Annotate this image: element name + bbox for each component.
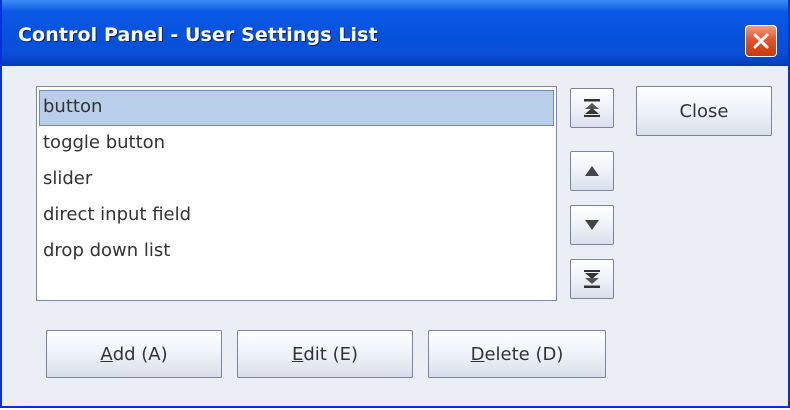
list-item-label: button <box>43 96 103 117</box>
list-item-label: slider <box>43 168 93 189</box>
close-button-label: Close <box>679 100 729 122</box>
close-icon <box>753 33 769 49</box>
title-bar[interactable]: Control Panel - User Settings List <box>2 0 788 66</box>
edit-button[interactable]: Edit (E) <box>237 330 413 378</box>
list-item[interactable]: toggle button <box>39 126 554 162</box>
move-up-button[interactable] <box>570 151 614 191</box>
move-to-bottom-button[interactable] <box>570 259 614 299</box>
settings-list[interactable]: button toggle button slider direct input… <box>36 86 557 301</box>
move-to-bottom-icon <box>584 270 600 288</box>
delete-button-mnemonic: D <box>470 343 485 365</box>
add-button[interactable]: Add (A) <box>46 330 222 378</box>
edit-button-label: dit (E) <box>303 343 358 365</box>
dialog-window: Control Panel - User Settings List butto… <box>0 0 790 408</box>
close-button[interactable]: Close <box>636 86 772 136</box>
move-up-icon <box>585 166 599 176</box>
move-to-top-button[interactable] <box>570 88 614 128</box>
edit-button-mnemonic: E <box>292 343 304 365</box>
window-close-button[interactable] <box>745 25 777 57</box>
list-item[interactable]: button <box>39 90 554 126</box>
list-item[interactable]: drop down list <box>39 234 554 270</box>
window-title: Control Panel - User Settings List <box>18 24 378 46</box>
list-item-label: toggle button <box>43 132 166 153</box>
add-button-mnemonic: A <box>100 343 113 365</box>
delete-button[interactable]: Delete (D) <box>428 330 606 378</box>
list-item[interactable]: slider <box>39 162 554 198</box>
move-down-icon <box>585 220 599 230</box>
list-item-label: drop down list <box>43 240 171 261</box>
move-down-button[interactable] <box>570 205 614 245</box>
move-to-top-icon <box>584 99 600 117</box>
add-button-label: dd (A) <box>112 343 168 365</box>
delete-button-label: elete (D) <box>484 343 564 365</box>
list-item-label: direct input field <box>43 204 192 225</box>
list-item[interactable]: direct input field <box>39 198 554 234</box>
